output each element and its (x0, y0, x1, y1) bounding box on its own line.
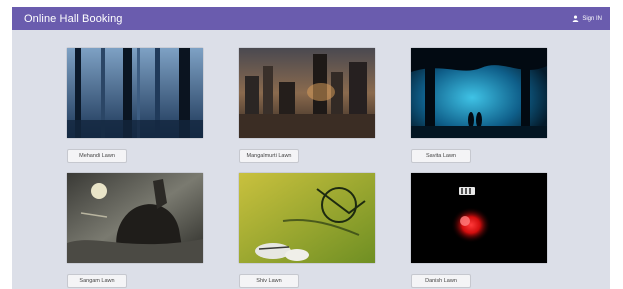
hall-name-button[interactable]: Danish Lawn (411, 274, 471, 288)
hall-name-button[interactable]: Savita Lawn (411, 149, 471, 163)
user-icon (573, 15, 579, 22)
app-title[interactable]: Online Hall Booking (24, 13, 123, 25)
hall-name-button[interactable]: Mangalmurti Lawn (239, 149, 299, 163)
hall-image-night-tree[interactable] (411, 48, 547, 138)
hall-image-red-glow-dark[interactable] (411, 173, 547, 263)
hall-name-button[interactable]: Shiv Lawn (239, 274, 299, 288)
hall-name-button[interactable]: Mehandi Lawn (67, 149, 127, 163)
hall-image-bicycle-on-grass[interactable] (239, 173, 375, 263)
navbar: Online Hall Booking Sign IN (12, 7, 610, 30)
sign-in-link[interactable]: Sign IN (572, 15, 602, 22)
app-window: Online Hall Booking Sign IN Mehandi Lawn… (12, 7, 610, 289)
sign-in-label: Sign IN (582, 15, 602, 22)
hall-name-button[interactable]: Sangam Lawn (67, 274, 127, 288)
hall-image-warrior-on-beast[interactable] (67, 173, 203, 263)
hall-image-misty-forest[interactable] (67, 48, 203, 138)
hall-image-ruined-city[interactable] (239, 48, 375, 138)
